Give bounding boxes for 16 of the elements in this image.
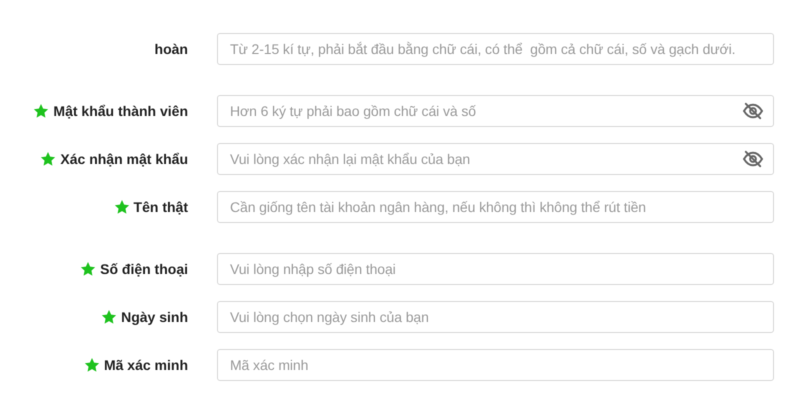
field-label: Ngày sinh (121, 309, 188, 325)
field-label: Mật khẩu thành viên (53, 103, 188, 119)
input-field[interactable]: Vui lòng nhập số điện thoại (217, 253, 774, 285)
input-field[interactable]: Từ 2-15 kí tự, phải bắt đầu bằng chữ cái, có thể gồm cả chữ cái, số và gạch dưới. (217, 33, 774, 65)
eye-slash-icon[interactable] (742, 102, 764, 120)
field-label: hoàn (154, 41, 188, 57)
field-label: Xác nhận mật khẩu (60, 151, 188, 167)
field-label: Tên thật (134, 199, 188, 215)
field-label: Số điện thoại (100, 261, 188, 277)
eye-slash-icon[interactable] (742, 150, 764, 168)
field-label: Mã xác minh (104, 357, 188, 373)
input-field[interactable]: Cần giống tên tài khoản ngân hàng, nếu không thì không thể rút tiền (217, 191, 774, 223)
input-field[interactable]: Hơn 6 ký tự phải bao gồm chữ cái và số (217, 95, 774, 127)
input-field[interactable]: Vui lòng xác nhận lại mật khẩu của bạn (217, 143, 774, 175)
input-field[interactable]: Mã xác minh (217, 349, 774, 381)
input-field[interactable]: Vui lòng chọn ngày sinh của bạn (217, 301, 774, 333)
